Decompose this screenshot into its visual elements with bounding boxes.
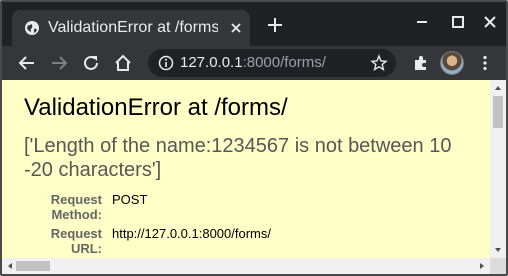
horizontal-scrollbar[interactable] (2, 258, 490, 274)
scroll-right-icon[interactable] (474, 258, 490, 274)
tab-strip: ValidationError at /forms/ (2, 2, 506, 46)
globe-icon (25, 21, 39, 35)
meta-value: POST (112, 192, 148, 207)
horizontal-scroll-thumb[interactable] (16, 261, 50, 271)
close-icon[interactable] (228, 20, 244, 36)
meta-label: Request URL: (50, 226, 102, 256)
avatar[interactable] (440, 51, 464, 75)
url-host: 127.0.0.1 (180, 54, 243, 71)
minimize-icon[interactable] (414, 14, 430, 30)
reload-icon[interactable] (82, 54, 100, 72)
browser-window: ValidationError at /forms/ 127.0.0.1:800… (0, 0, 508, 276)
tab-title: ValidationError at /forms/ (48, 19, 218, 36)
back-arrow-icon[interactable] (18, 54, 36, 72)
page-viewport: ValidationError at /forms/ ['Length of t… (2, 80, 506, 274)
kebab-menu-icon[interactable] (476, 54, 494, 72)
window-close-icon[interactable] (482, 14, 498, 30)
tab-validation-error[interactable]: ValidationError at /forms/ (12, 10, 250, 46)
scrollbar-corner (490, 258, 506, 274)
address-bar[interactable]: 127.0.0.1:8000/forms/ (148, 49, 396, 77)
meta-label: Request Method: (50, 192, 102, 222)
url-path: :8000/forms/ (242, 54, 326, 71)
maximize-icon[interactable] (450, 14, 466, 30)
info-icon[interactable] (158, 55, 174, 71)
meta-value: http://127.0.0.1:8000/forms/ (112, 226, 271, 241)
star-icon[interactable] (370, 54, 388, 72)
plus-icon[interactable] (266, 16, 284, 34)
home-icon[interactable] (114, 54, 132, 72)
scroll-down-icon[interactable] (490, 242, 506, 258)
browser-toolbar: 127.0.0.1:8000/forms/ (2, 46, 506, 80)
forward-arrow-icon[interactable] (50, 54, 68, 72)
url-text[interactable]: 127.0.0.1:8000/forms/ (180, 54, 326, 72)
vertical-scrollbar[interactable] (490, 80, 506, 258)
vertical-scroll-thumb[interactable] (493, 96, 503, 128)
exception-message: ['Length of the name:1234567 is not betw… (24, 135, 452, 181)
scroll-up-icon[interactable] (490, 80, 506, 96)
puzzle-icon[interactable] (412, 54, 430, 72)
page-title: ValidationError at /forms/ (24, 94, 288, 121)
